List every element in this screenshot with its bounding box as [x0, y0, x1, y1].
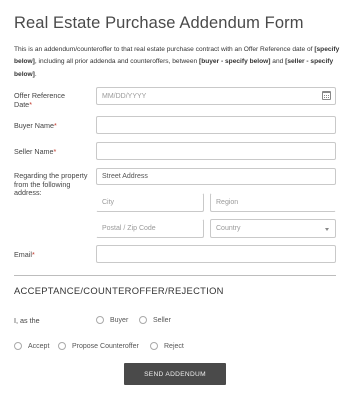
country-select[interactable]: Country: [210, 219, 336, 238]
region-input[interactable]: Region: [210, 193, 336, 212]
buyer-name-input[interactable]: [96, 116, 336, 134]
form-intro: This is an addendum/counteroffer to that…: [14, 46, 340, 78]
offer-date-label: Offer Reference Date*: [14, 91, 66, 109]
radio-propose-counteroffer[interactable]: Propose Counteroffer: [58, 342, 139, 350]
radio-seller[interactable]: Seller: [139, 316, 171, 324]
form-page: Real Estate Purchase Addendum Form This …: [0, 0, 350, 400]
postal-code-input[interactable]: Postal / Zip Code: [96, 219, 204, 238]
radio-circle[interactable]: [14, 342, 22, 350]
offer-date-input[interactable]: MM/DD/YYYY: [96, 87, 336, 105]
radio-circle[interactable]: [58, 342, 66, 350]
street-address-value: Street Address: [102, 173, 148, 180]
city-placeholder: City: [102, 199, 115, 206]
postal-code-placeholder: Postal / Zip Code: [102, 225, 156, 232]
calendar-icon[interactable]: [322, 91, 331, 100]
send-addendum-button[interactable]: SEND ADDENDUM: [124, 363, 226, 385]
buyer-name-label: Buyer Name*: [14, 121, 57, 130]
seller-name-input[interactable]: [96, 142, 336, 160]
radio-circle[interactable]: [139, 316, 147, 324]
radio-reject-label: Reject: [164, 342, 184, 350]
street-address-input[interactable]: Street Address: [96, 168, 336, 185]
acceptance-section-title: ACCEPTANCE/COUNTEROFFER/REJECTION: [14, 285, 224, 296]
property-address-label: Regarding the property from the followin…: [14, 171, 88, 198]
radio-accept-label: Accept: [28, 342, 50, 350]
chevron-down-icon: [325, 228, 329, 231]
radio-propose-label: Propose Counteroffer: [72, 342, 139, 350]
radio-buyer[interactable]: Buyer: [96, 316, 128, 324]
radio-seller-label: Seller: [153, 316, 171, 324]
seller-name-label: Seller Name*: [14, 147, 57, 156]
section-divider: [14, 275, 336, 276]
radio-accept[interactable]: Accept: [14, 342, 49, 350]
radio-reject[interactable]: Reject: [150, 342, 184, 350]
email-label: Email*: [14, 250, 35, 259]
offer-date-placeholder: MM/DD/YYYY: [102, 92, 147, 100]
city-input[interactable]: City: [96, 193, 204, 212]
i-as-the-label: I, as the: [14, 316, 40, 325]
email-input[interactable]: [96, 245, 336, 263]
country-placeholder: Country: [216, 225, 241, 232]
radio-circle[interactable]: [150, 342, 158, 350]
region-placeholder: Region: [216, 199, 239, 206]
radio-circle[interactable]: [96, 316, 104, 324]
radio-buyer-label: Buyer: [110, 316, 129, 324]
form-title: Real Estate Purchase Addendum Form: [14, 14, 304, 32]
